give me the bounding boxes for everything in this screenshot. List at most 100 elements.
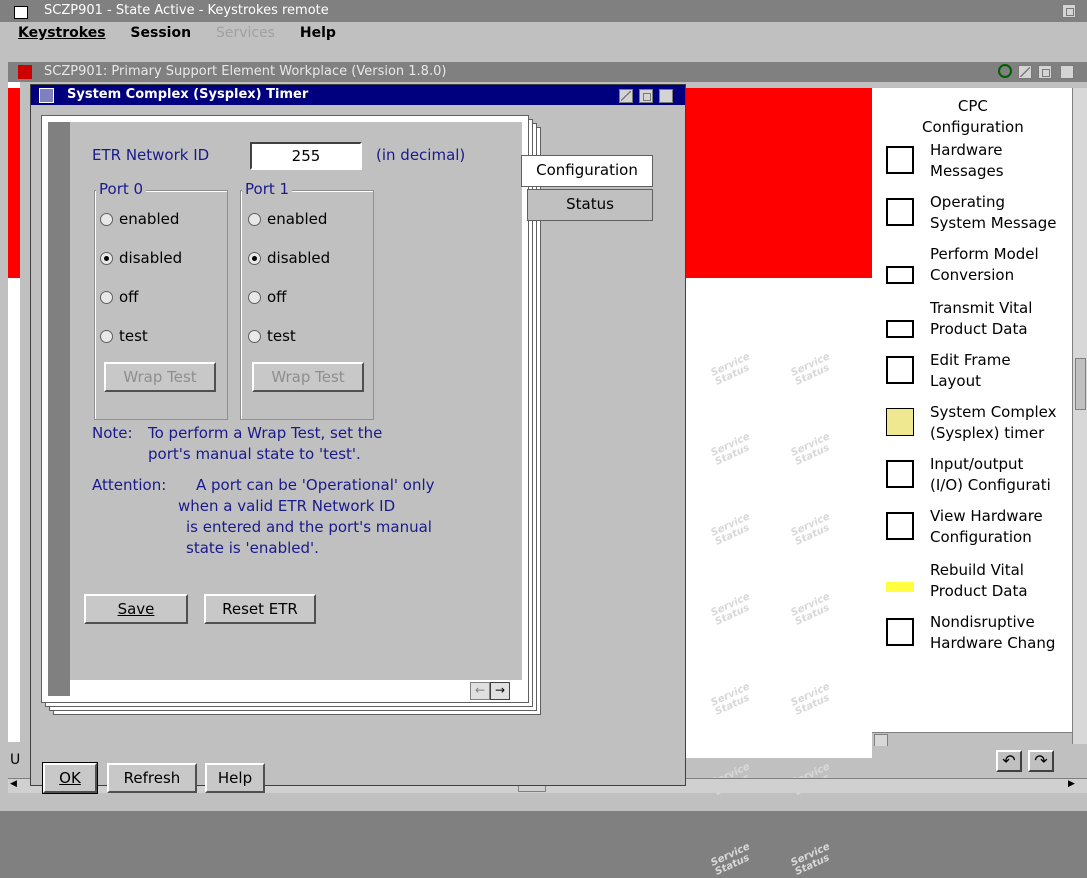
workplace-title-bar[interactable]: SCZP901: Primary Support Element Workpla…	[8, 62, 1087, 82]
redo-icon[interactable]: ↷	[1028, 750, 1054, 772]
task-transmit-vpd[interactable]: Transmit Vital Product Data	[930, 298, 1032, 340]
attention-line-3: is entered and the port's manual	[186, 518, 432, 536]
scroll-up-icon[interactable]	[1060, 65, 1074, 79]
menu-help[interactable]: Help	[300, 25, 336, 41]
transmit-vpd-icon[interactable]	[886, 320, 914, 338]
port-1-disabled-label: disabled	[267, 249, 331, 267]
note-line-1: To perform a Wrap Test, set the	[148, 424, 383, 442]
view-hardware-icon[interactable]	[886, 512, 914, 540]
hourglass-icon[interactable]	[886, 408, 914, 436]
etr-network-id-input[interactable]: 255	[250, 142, 362, 170]
task-operating-system-messages[interactable]: Operating System Message	[930, 192, 1056, 234]
port-1-off-label: off	[267, 288, 287, 306]
previous-page-icon[interactable]: ←	[470, 682, 490, 700]
radio-button-icon	[100, 291, 113, 304]
menu-keystrokes[interactable]: Keystrokes	[18, 25, 106, 41]
rebuild-vpd-icon[interactable]	[886, 582, 914, 592]
workplace-title: SCZP901: Primary Support Element Workpla…	[44, 64, 447, 79]
port-1-test-label: test	[267, 327, 296, 345]
app-icon[interactable]	[14, 6, 28, 19]
task-hourglass[interactable]: System Complex (Sysplex) timer	[930, 402, 1057, 444]
task-hscroll[interactable]	[872, 732, 1072, 747]
task-io-configuration[interactable]: Input/output (I/O) Configurati	[930, 454, 1051, 496]
port-0-off-radio[interactable]: off	[100, 288, 139, 306]
undo-redo-bar: ↶ ↷	[872, 746, 1087, 776]
dialog-minimize-icon[interactable]	[619, 89, 633, 103]
dialog-restore-icon[interactable]	[639, 89, 653, 103]
ok-button[interactable]: OK	[42, 762, 98, 794]
task-cpc-configuration[interactable]: CPC Configuration	[922, 96, 1024, 138]
operating-system-messages-icon[interactable]	[886, 198, 914, 226]
hardware-messages-icon[interactable]	[886, 146, 914, 174]
workplace-icon[interactable]	[18, 65, 32, 79]
next-page-icon[interactable]: →	[490, 682, 510, 700]
views-area	[684, 88, 872, 758]
refresh-button[interactable]: Refresh	[107, 763, 197, 793]
dialog-title-bar[interactable]: System Complex (Sysplex) Timer	[31, 85, 685, 105]
tab-configuration[interactable]: Configuration	[521, 155, 653, 187]
radio-button-selected-icon	[100, 252, 113, 265]
status-bar-left: U	[10, 752, 21, 768]
task-nondisruptive-change[interactable]: Nondisruptive Hardware Chang	[930, 612, 1055, 654]
port-1-enabled-radio[interactable]: enabled	[248, 210, 327, 228]
ok-label: OK	[59, 769, 81, 787]
port-0-disabled-label: disabled	[119, 249, 183, 267]
nondisruptive-change-icon[interactable]	[886, 618, 914, 646]
notebook-page-arrows: ← →	[460, 682, 520, 700]
save-label: Save	[117, 600, 155, 618]
attention-label: Attention:	[92, 476, 167, 494]
port-0-disabled-radio[interactable]: disabled	[100, 249, 182, 267]
maximize-icon[interactable]	[1038, 65, 1052, 79]
save-button[interactable]: Save	[84, 594, 188, 624]
io-configuration-icon[interactable]	[886, 460, 914, 488]
radio-button-icon	[100, 330, 113, 343]
edit-frame-icon[interactable]	[886, 356, 914, 384]
etr-hint-label: (in decimal)	[376, 146, 466, 164]
scroll-thumb[interactable]	[1075, 358, 1086, 410]
sysplex-timer-dialog: System Complex (Sysplex) Timer ETR Netwo…	[30, 84, 686, 794]
radio-button-icon	[248, 213, 261, 226]
help-button[interactable]: Help	[205, 763, 265, 793]
outer-title: SCZP901 - State Active - Keystrokes remo…	[44, 3, 329, 18]
task-rebuild-vpd[interactable]: Rebuild Vital Product Data	[930, 560, 1028, 602]
dialog-title: System Complex (Sysplex) Timer	[67, 87, 309, 102]
search-icon[interactable]	[998, 64, 1012, 78]
task-list-panel: CPC Configuration Hardware Messages Operat…	[872, 88, 1072, 744]
radio-button-icon	[248, 291, 261, 304]
dialog-system-icon[interactable]	[39, 88, 54, 103]
port-0-wrap-test-button[interactable]: Wrap Test	[104, 362, 216, 392]
port-0-enabled-radio[interactable]: enabled	[100, 210, 179, 228]
notebook-binding	[48, 122, 70, 696]
menu-session[interactable]: Session	[130, 25, 191, 41]
minimize-icon[interactable]	[1018, 65, 1032, 79]
port-1-off-radio[interactable]: off	[248, 288, 287, 306]
outer-title-bar[interactable]: SCZP901 - State Active - Keystrokes remo…	[0, 0, 1087, 22]
tab-status[interactable]: Status	[527, 189, 653, 221]
task-view-hardware[interactable]: View Hardware Configuration	[930, 506, 1043, 548]
scroll-left-arrow-icon[interactable]: ◀	[10, 779, 17, 789]
port-1-test-radio[interactable]: test	[248, 327, 296, 345]
menu-services[interactable]: Services	[216, 25, 275, 41]
scroll-right-arrow-icon[interactable]: ▶	[1068, 779, 1075, 789]
red-status-area-left	[8, 88, 20, 278]
task-list-scrollbar[interactable]	[1072, 88, 1087, 744]
task-hardware-messages[interactable]: Hardware Messages	[930, 140, 1004, 182]
notebook-content: ETR Network ID 255 (in decimal) Port 0 e…	[70, 122, 522, 680]
radio-button-icon	[100, 213, 113, 226]
reset-etr-button[interactable]: Reset ETR	[204, 594, 316, 624]
model-conversion-icon[interactable]	[886, 266, 914, 284]
dialog-maximize-icon[interactable]	[659, 89, 673, 103]
task-model-conversion[interactable]: Perform Model Conversion	[930, 244, 1039, 286]
port-1-disabled-radio[interactable]: disabled	[248, 249, 330, 267]
restore-icon[interactable]	[1062, 4, 1076, 18]
attention-line-4: state is 'enabled'.	[186, 539, 319, 557]
note-line-2: port's manual state to 'test'.	[148, 445, 361, 463]
task-edit-frame[interactable]: Edit Frame Layout	[930, 350, 1011, 392]
port-1-wrap-test-button[interactable]: Wrap Test	[252, 362, 364, 392]
port-0-test-radio[interactable]: test	[100, 327, 148, 345]
attention-line-2: when a valid ETR Network ID	[178, 497, 396, 515]
watermark-text: Service Status	[709, 841, 752, 878]
port-0-test-label: test	[119, 327, 148, 345]
undo-icon[interactable]: ↶	[996, 750, 1022, 772]
red-status-block	[684, 88, 872, 278]
